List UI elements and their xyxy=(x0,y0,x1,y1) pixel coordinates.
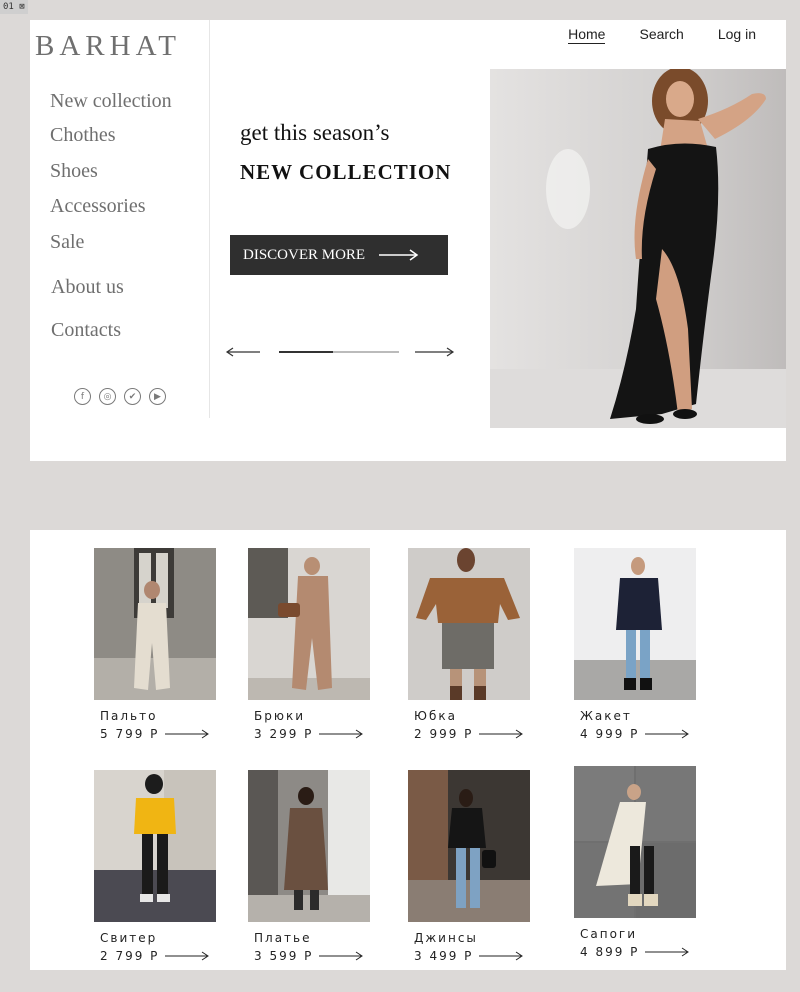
slider-progress-track xyxy=(279,351,399,353)
product-price: 2 999 Р xyxy=(414,727,474,741)
product-photo xyxy=(94,548,216,700)
products-section: Пальто 5 799 Р Брюки 3 299 Р Юбка 2 999 … xyxy=(30,530,786,970)
product-card[interactable]: Жакет 4 999 Р xyxy=(574,548,698,741)
facebook-icon[interactable]: f xyxy=(74,388,91,405)
hero-model-illustration xyxy=(490,69,786,428)
arrow-right-icon xyxy=(379,249,419,261)
product-photo xyxy=(574,766,696,918)
product-price: 2 799 Р xyxy=(100,949,160,963)
product-price: 3 299 Р xyxy=(254,727,314,741)
product-card[interactable]: Свитер 2 799 Р xyxy=(94,770,218,963)
product-name: Жакет xyxy=(580,709,632,723)
hero-tagline: get this season’s xyxy=(240,120,390,145)
sidebar-item-clothes[interactable]: Chothes xyxy=(50,124,116,147)
arrow-right-icon xyxy=(645,947,690,957)
sidebar-item-sale[interactable]: Sale xyxy=(50,231,84,254)
product-card[interactable]: Юбка 2 999 Р xyxy=(408,548,532,741)
product-card[interactable]: Платье 3 599 Р xyxy=(248,770,372,963)
youtube-icon[interactable]: ▶ xyxy=(149,388,166,405)
product-price: 4 999 Р xyxy=(580,727,640,741)
hero-model-photo xyxy=(490,69,786,428)
arrow-right-icon xyxy=(479,729,524,739)
product-name: Брюки xyxy=(254,709,305,723)
product-photo xyxy=(574,548,696,700)
twitter-icon[interactable]: ✔ xyxy=(124,388,141,405)
product-name: Платье xyxy=(254,931,312,945)
product-price: 3 599 Р xyxy=(254,949,314,963)
product-name: Джинсы xyxy=(414,931,478,945)
nav-login-link[interactable]: Log in xyxy=(718,26,756,44)
product-photo xyxy=(248,548,370,700)
nav-home-link[interactable]: Home xyxy=(568,26,606,44)
arrow-right-icon xyxy=(645,729,690,739)
social-links: f ◎ ✔ ▶ xyxy=(74,388,166,405)
arrow-right-icon xyxy=(479,951,524,961)
product-price: 5 799 Р xyxy=(100,727,160,741)
product-name: Юбка xyxy=(414,709,457,723)
top-nav: Home Search Log in xyxy=(568,26,756,44)
discover-more-label: DISCOVER MORE xyxy=(243,246,366,263)
product-photo xyxy=(408,770,530,922)
product-photo xyxy=(408,548,530,700)
product-card[interactable]: Джинсы 3 499 Р xyxy=(408,770,532,963)
sidebar-item-accessories[interactable]: Accessories xyxy=(50,195,146,218)
slider-progress-fill xyxy=(279,351,333,353)
slider-next-arrow-icon[interactable] xyxy=(415,346,455,358)
arrow-right-icon xyxy=(319,729,364,739)
product-card[interactable]: Сапоги 4 899 Р xyxy=(574,766,698,959)
product-card[interactable]: Пальто 5 799 Р xyxy=(94,548,218,741)
arrow-right-icon xyxy=(319,951,364,961)
hero-section: BARHAT New collection Chothes Shoes Acce… xyxy=(30,20,786,461)
sidebar: BARHAT New collection Chothes Shoes Acce… xyxy=(30,20,210,418)
slider-prev-arrow-icon[interactable] xyxy=(225,346,261,358)
sidebar-item-shoes[interactable]: Shoes xyxy=(50,160,98,183)
brand-logo[interactable]: BARHAT xyxy=(35,30,181,63)
product-price: 3 499 Р xyxy=(414,949,474,963)
arrow-right-icon xyxy=(165,729,210,739)
arrow-right-icon xyxy=(165,951,210,961)
sidebar-item-contacts[interactable]: Contacts xyxy=(51,319,121,342)
corner-tag: 01 ⊠ xyxy=(0,0,28,14)
product-name: Пальто xyxy=(100,709,158,723)
product-photo xyxy=(248,770,370,922)
hero-headline: NEW COLLECTION xyxy=(240,160,452,184)
product-price: 4 899 Р xyxy=(580,945,640,959)
product-name: Свитер xyxy=(100,931,158,945)
nav-search-link[interactable]: Search xyxy=(639,26,683,44)
product-name: Сапоги xyxy=(580,927,638,941)
sidebar-item-about-us[interactable]: About us xyxy=(51,276,124,299)
product-photo xyxy=(94,770,216,922)
discover-more-button[interactable]: DISCOVER MORE xyxy=(230,235,448,275)
instagram-icon[interactable]: ◎ xyxy=(99,388,116,405)
sidebar-item-new-collection[interactable]: New collection xyxy=(50,90,172,113)
product-card[interactable]: Брюки 3 299 Р xyxy=(248,548,372,741)
